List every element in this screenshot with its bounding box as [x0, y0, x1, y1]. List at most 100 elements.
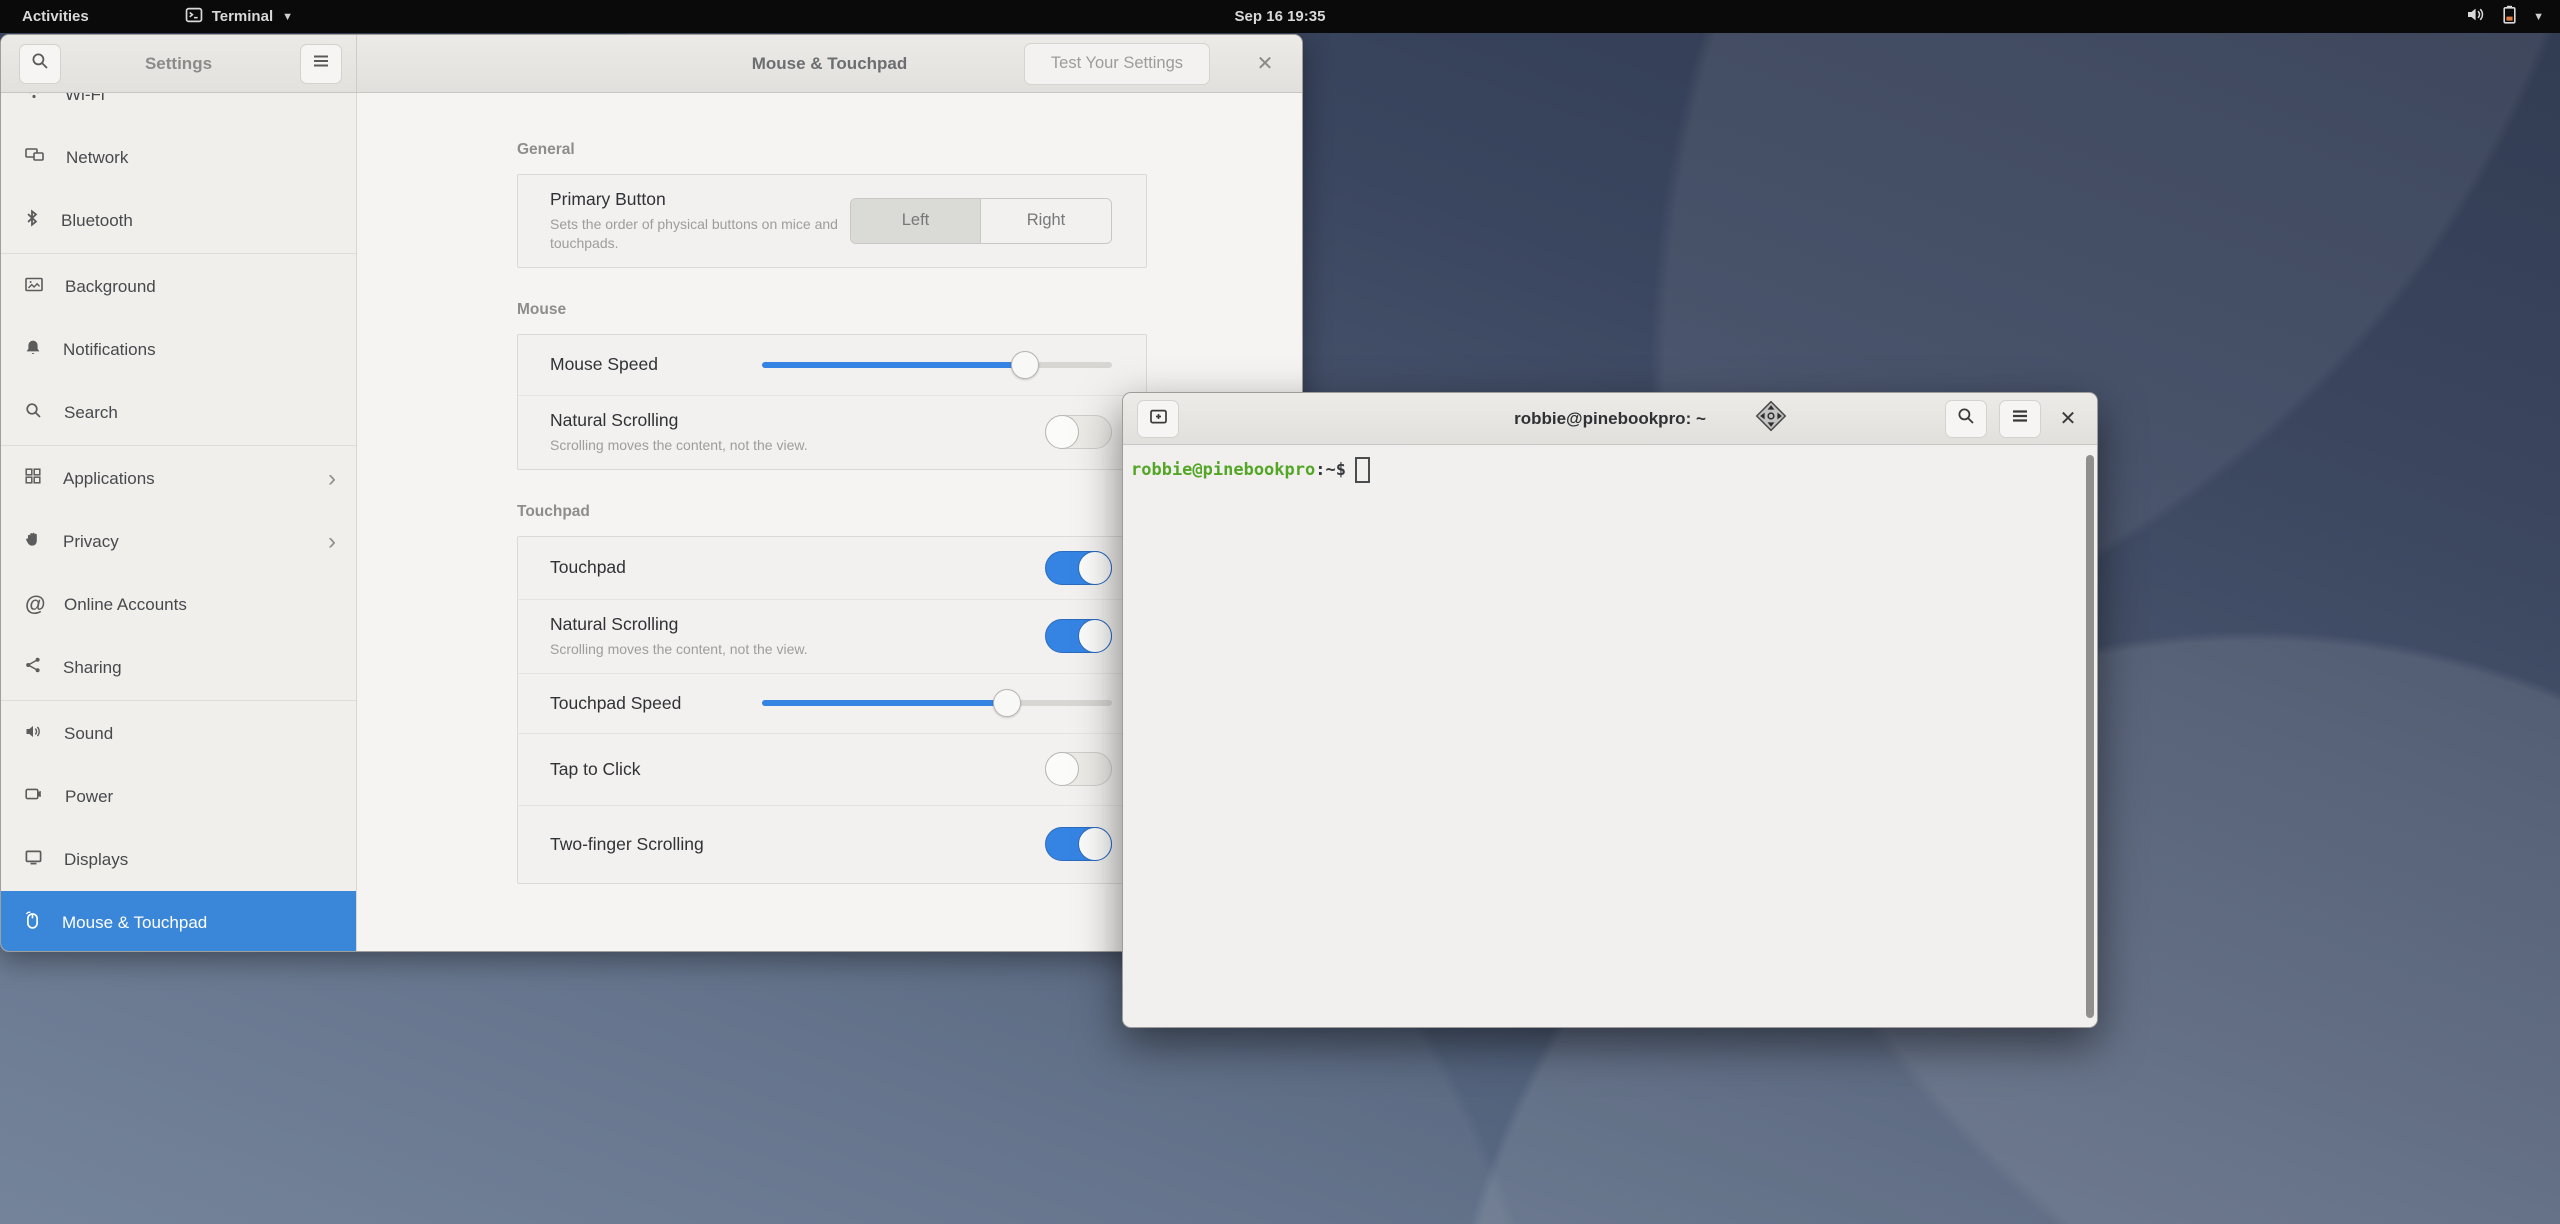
- background-icon: [25, 277, 43, 297]
- sidebar-item-search[interactable]: Search: [1, 381, 356, 444]
- settings-sidebar: Wi-Fi Network Bluetooth Background: [1, 93, 357, 952]
- terminal-menu-button[interactable]: [1999, 400, 2041, 438]
- terminal-prompt-line: robbie@pinebookpro:~$: [1131, 457, 1370, 483]
- sidebar-item-displays[interactable]: Displays: [1, 828, 356, 891]
- mouse-natural-scrolling-toggle[interactable]: [1045, 415, 1112, 449]
- terminal-headerbar[interactable]: robbie@pinebookpro: ~ ✕: [1123, 393, 2097, 445]
- touchpad-natural-scrolling-row: Natural Scrolling Scrolling moves the co…: [518, 599, 1146, 673]
- sidebar-item-notifications[interactable]: Notifications: [1, 318, 356, 381]
- settings-menu-button[interactable]: [300, 44, 342, 84]
- share-icon: [25, 657, 41, 678]
- mouse-natural-scrolling-row: Natural Scrolling Scrolling moves the co…: [518, 395, 1146, 469]
- terminal-search-button[interactable]: [1945, 400, 1987, 438]
- hamburger-menu-icon: [2011, 409, 2029, 428]
- touchpad-enable-toggle[interactable]: [1045, 551, 1112, 585]
- sidebar-item-privacy[interactable]: Privacy ›: [1, 510, 356, 573]
- general-card: Primary Button Sets the order of physica…: [517, 174, 1147, 268]
- speaker-icon: [25, 724, 42, 744]
- battery-icon: [2502, 5, 2517, 28]
- bluetooth-icon: [25, 209, 39, 232]
- sidebar-item-network[interactable]: Network: [1, 126, 356, 189]
- row-title: Two-finger Scrolling: [550, 834, 1045, 855]
- app-menu-terminal[interactable]: Terminal ▼: [169, 0, 309, 33]
- row-subtitle: Scrolling moves the content, not the vie…: [550, 640, 970, 659]
- sidebar-item-bluetooth[interactable]: Bluetooth: [1, 189, 356, 252]
- activities-button[interactable]: Activities: [0, 0, 111, 33]
- terminal-scrollbar[interactable]: [2086, 455, 2094, 1018]
- row-subtitle: Scrolling moves the content, not the vie…: [550, 436, 970, 455]
- sidebar-separator: [1, 445, 356, 446]
- toggle-knob: [1045, 752, 1079, 786]
- terminal-app-icon: [185, 7, 203, 27]
- search-icon: [25, 402, 42, 424]
- monitor-icon: [25, 850, 42, 870]
- prompt-symbol: $: [1336, 460, 1346, 480]
- settings-close-button[interactable]: ✕: [1250, 49, 1280, 79]
- chevron-right-icon: ›: [328, 465, 336, 493]
- tap-to-click-row: Tap to Click: [518, 733, 1146, 805]
- touchpad-speed-row: Touchpad Speed: [518, 673, 1146, 733]
- touchpad-card: Touchpad Natural Scrolling Scrolling mov…: [517, 536, 1147, 884]
- chevron-right-icon: ›: [328, 528, 336, 556]
- activities-label: Activities: [22, 8, 89, 25]
- mouse-icon: [25, 911, 40, 934]
- row-title: Touchpad Speed: [550, 693, 732, 714]
- prompt-user-host: robbie@pinebookpro: [1131, 460, 1315, 480]
- hand-icon: [25, 531, 41, 553]
- sidebar-separator: [1, 253, 356, 254]
- touchpad-natural-scrolling-toggle[interactable]: [1045, 619, 1112, 653]
- settings-panel-header: Mouse & Touchpad Test Your Settings ✕: [357, 35, 1302, 92]
- row-title: Natural Scrolling: [550, 614, 1045, 635]
- two-finger-scrolling-toggle[interactable]: [1045, 827, 1112, 861]
- row-title: Touchpad: [550, 557, 1045, 578]
- terminal-body[interactable]: robbie@pinebookpro:~$: [1123, 445, 2097, 1028]
- chevron-down-icon: ▼: [282, 11, 293, 23]
- chevron-down-icon: ▼: [2533, 11, 2544, 23]
- terminal-window: robbie@pinebookpro: ~ ✕ robbie@pinebookp…: [1122, 392, 2098, 1028]
- test-your-settings-button[interactable]: Test Your Settings: [1024, 43, 1210, 85]
- battery-power-icon: [25, 786, 43, 807]
- primary-button-right[interactable]: Right: [981, 199, 1111, 243]
- touchpad-speed-slider[interactable]: [762, 689, 1112, 717]
- sidebar-item-mouse-touchpad[interactable]: Mouse & Touchpad: [1, 891, 356, 952]
- sidebar-item-sound[interactable]: Sound: [1, 702, 356, 765]
- sidebar-separator: [1, 700, 356, 701]
- sidebar-item-power[interactable]: Power: [1, 765, 356, 828]
- volume-icon: [2466, 6, 2486, 27]
- prompt-path: ~: [1325, 460, 1335, 480]
- toggle-knob: [1078, 551, 1112, 585]
- row-title: Tap to Click: [550, 759, 1045, 780]
- tap-to-click-toggle[interactable]: [1045, 752, 1112, 786]
- primary-button-left[interactable]: Left: [851, 199, 981, 243]
- two-finger-scrolling-row: Two-finger Scrolling: [518, 805, 1146, 883]
- at-sign-icon: @: [25, 593, 42, 617]
- app-menu-label: Terminal: [212, 8, 273, 25]
- slider-fill: [762, 700, 1007, 706]
- clock[interactable]: Sep 16 19:35: [1235, 8, 1326, 25]
- sidebar-item-background[interactable]: Background: [1, 255, 356, 318]
- touchpad-enable-row: Touchpad: [518, 537, 1146, 599]
- toggle-knob: [1078, 619, 1112, 653]
- section-title-general: General: [517, 141, 1302, 159]
- row-title: Mouse Speed: [550, 354, 732, 375]
- sidebar-item-wifi[interactable]: Wi-Fi: [1, 93, 356, 126]
- toggle-knob: [1045, 415, 1079, 449]
- slider-handle[interactable]: [993, 689, 1021, 717]
- sidebar-item-online-accounts[interactable]: @ Online Accounts: [1, 573, 356, 636]
- terminal-close-button[interactable]: ✕: [2053, 404, 2083, 434]
- slider-handle[interactable]: [1011, 351, 1039, 379]
- row-title: Natural Scrolling: [550, 410, 1045, 431]
- settings-headerbar[interactable]: Settings Mouse & Touchpad Test Your Sett…: [1, 35, 1302, 93]
- row-subtitle: Sets the order of physical buttons on mi…: [550, 215, 850, 253]
- hamburger-menu-icon: [312, 54, 330, 73]
- mouse-speed-slider[interactable]: [762, 351, 1112, 379]
- slider-fill: [762, 362, 1025, 368]
- mouse-card: Mouse Speed Natural Scrolling Scrolling …: [517, 334, 1147, 470]
- sidebar-item-sharing[interactable]: Sharing: [1, 636, 356, 699]
- sidebar-item-applications[interactable]: Applications ›: [1, 447, 356, 510]
- settings-sidebar-header: Settings: [1, 35, 357, 92]
- bell-icon: [25, 339, 41, 361]
- terminal-cursor: [1355, 457, 1370, 483]
- system-status-area[interactable]: ▼: [2466, 0, 2544, 33]
- mouse-move-cursor: [1752, 397, 1790, 440]
